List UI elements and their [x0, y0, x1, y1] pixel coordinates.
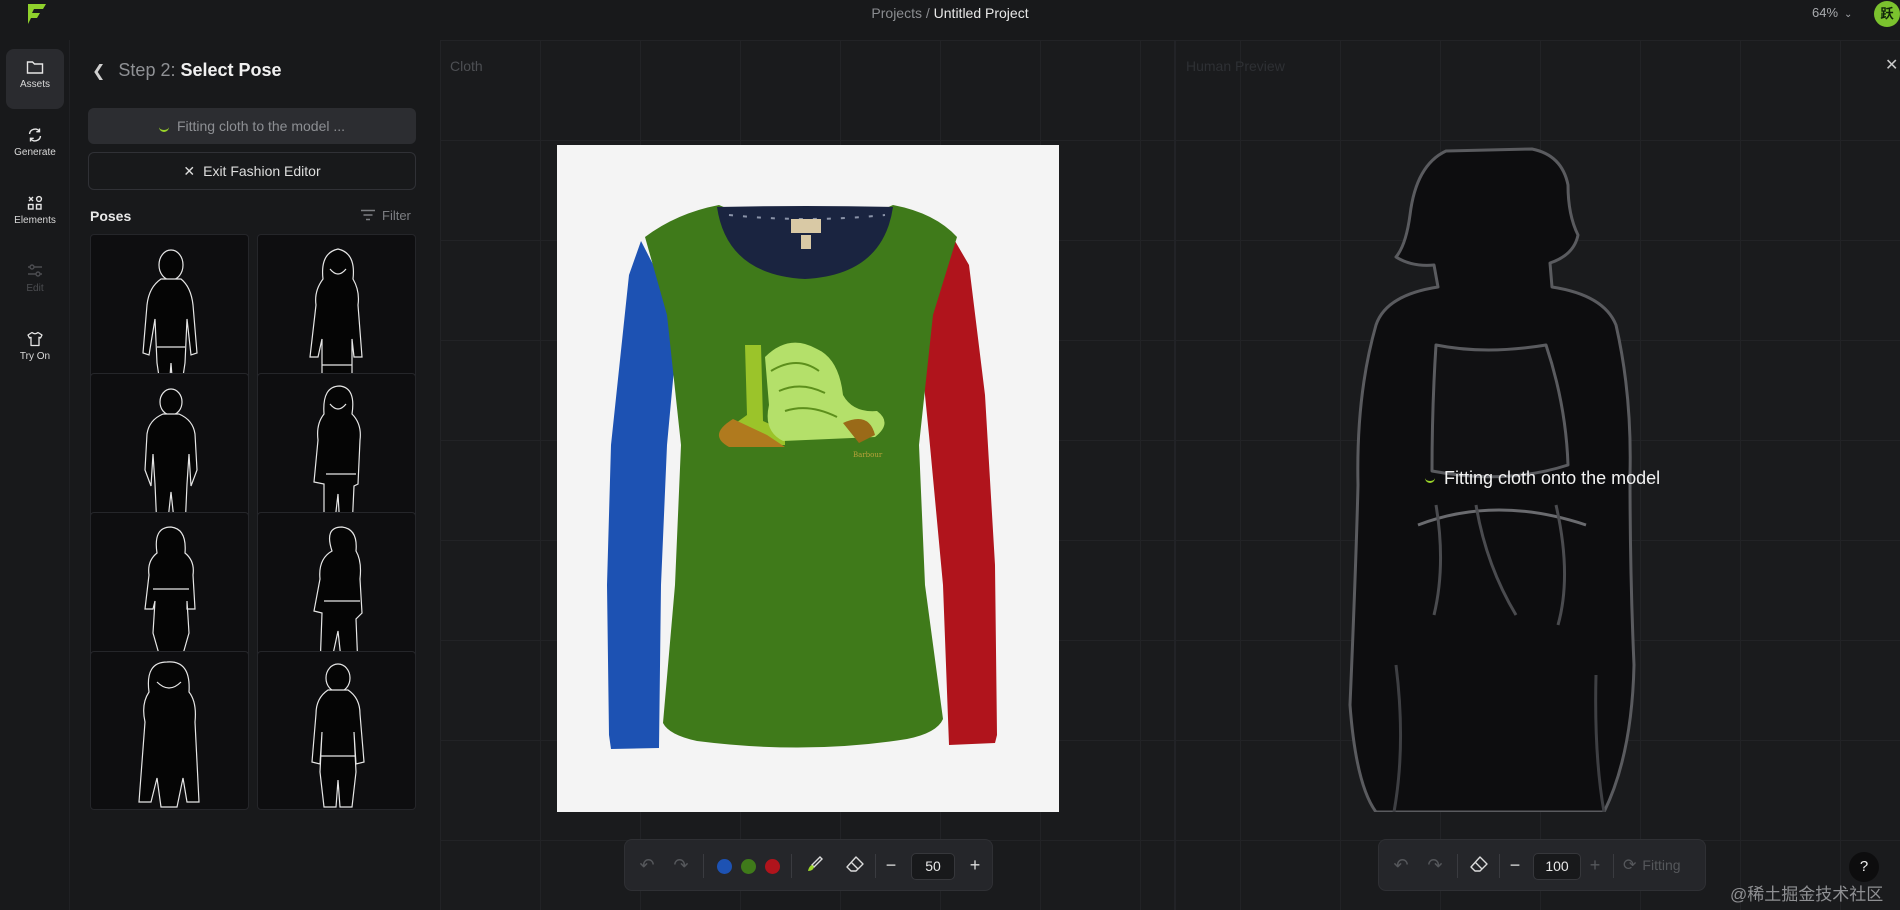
sliders-icon	[28, 264, 42, 277]
folder-icon	[26, 61, 44, 74]
toolbar-divider	[703, 854, 704, 878]
elements-icon	[27, 195, 43, 210]
breadcrumb-separator: /	[925, 5, 930, 21]
nav-assets[interactable]: Assets	[6, 49, 64, 109]
svg-text:Barbour: Barbour	[853, 451, 883, 459]
breadcrumb: Projects / Untitled Project	[0, 5, 1900, 21]
fitting-message-text: Fitting cloth onto the model	[1444, 468, 1661, 488]
help-button[interactable]: ?	[1849, 852, 1879, 882]
pose-thumbnail-4[interactable]	[257, 373, 416, 532]
nav-label: Assets	[19, 79, 50, 90]
minus-icon[interactable]: −	[879, 854, 903, 876]
cloth-toolbar: ↶ ↷ − 50 +	[624, 839, 993, 891]
color-swatch-red[interactable]	[765, 859, 780, 874]
step-prefix: Step 2:	[118, 60, 176, 80]
fitting-status-button[interactable]: Fitting cloth to the model ...	[88, 108, 416, 144]
long-sleeve-shirt-image: Barbour	[607, 205, 997, 749]
nav-try-on[interactable]: Try On	[6, 321, 64, 381]
step-title: Select Pose	[180, 60, 282, 80]
fitting-button-label: Fitting	[1642, 857, 1681, 873]
exit-fashion-editor-button[interactable]: ✕ Exit Fashion Editor	[88, 152, 416, 190]
refresh-icon: ⟳	[1623, 857, 1637, 874]
color-swatch-green[interactable]	[741, 859, 756, 874]
pose-thumbnail-6[interactable]	[257, 512, 416, 671]
close-icon: ✕	[183, 163, 196, 179]
nav-label: Elements	[14, 215, 56, 226]
pose-thumbnail-7[interactable]	[90, 651, 249, 810]
filter-label: Filter	[382, 208, 411, 223]
brush-size-input[interactable]: 50	[911, 853, 955, 880]
nav-generate[interactable]: Generate	[6, 117, 64, 177]
chevron-down-icon: ⌄	[1844, 9, 1853, 20]
zoom-dropdown[interactable]: 64% ⌄	[1812, 5, 1852, 20]
fitting-button[interactable]: ⟳ Fitting	[1623, 854, 1681, 877]
nav-edit: Edit	[6, 253, 64, 313]
pose-panel: ❮ Step 2: Select Pose Fitting cloth to t…	[72, 40, 432, 910]
preview-toolbar: ↶ ↷ − 100 + ⟳ Fitting	[1378, 839, 1706, 891]
project-name[interactable]: Untitled Project	[934, 5, 1029, 21]
toolbar-divider	[791, 854, 792, 878]
undo-icon[interactable]: ↶	[635, 854, 659, 876]
nav-label: Edit	[26, 283, 44, 294]
back-arrow-icon[interactable]: ❮	[92, 63, 105, 80]
watermark: @稀土掘金技术社区	[1730, 885, 1884, 904]
plus-icon[interactable]: +	[1583, 854, 1607, 876]
brush-icon[interactable]	[803, 854, 827, 879]
avatar[interactable]: 跃	[1874, 1, 1900, 27]
toolbar-divider	[1457, 854, 1458, 878]
redo-icon[interactable]: ↷	[1423, 854, 1447, 876]
zoom-level: 64%	[1812, 5, 1839, 20]
nav-label: Generate	[14, 147, 56, 158]
minus-icon[interactable]: −	[1503, 854, 1527, 876]
close-icon[interactable]: ✕	[1885, 55, 1898, 75]
human-preview-label: Human Preview	[1186, 58, 1285, 74]
eraser-icon[interactable]	[843, 854, 867, 879]
color-swatch-blue[interactable]	[717, 859, 732, 874]
exit-button-label: Exit Fashion Editor	[203, 163, 321, 179]
filter-icon	[361, 209, 375, 221]
left-nav: Assets Generate Elements Edit Try On	[0, 40, 70, 910]
plus-icon[interactable]: +	[963, 854, 987, 876]
cloth-label: Cloth	[450, 58, 483, 74]
undo-icon[interactable]: ↶	[1389, 854, 1413, 876]
eraser-icon[interactable]	[1467, 854, 1491, 879]
brush-size-input[interactable]: 100	[1533, 853, 1581, 880]
pose-thumbnail-2[interactable]	[257, 234, 416, 393]
fitting-status-label: Fitting cloth to the model ...	[176, 118, 346, 134]
pose-thumbnail-8[interactable]	[257, 651, 416, 810]
tshirt-icon	[27, 331, 43, 347]
canvas-divider	[1174, 40, 1176, 910]
pose-thumbnail-1[interactable]	[90, 234, 249, 393]
pose-thumbnail-3[interactable]	[90, 373, 249, 532]
refresh-icon	[28, 128, 42, 142]
redo-icon[interactable]: ↷	[669, 854, 693, 876]
breadcrumb-projects[interactable]: Projects	[871, 5, 922, 21]
poses-heading: Poses	[90, 208, 132, 224]
pose-thumbnail-5[interactable]	[90, 512, 249, 671]
step-header: ❮ Step 2: Select Pose	[92, 60, 282, 81]
fitting-status-message: Fitting cloth onto the model	[1425, 468, 1660, 489]
toolbar-divider	[1499, 854, 1500, 878]
nav-elements[interactable]: Elements	[6, 185, 64, 245]
toolbar-divider	[875, 854, 876, 878]
top-bar: Projects / Untitled Project 64% ⌄ 跃	[0, 0, 1900, 28]
spinner-icon	[1425, 473, 1435, 483]
filter-button[interactable]: Filter	[360, 208, 411, 223]
toolbar-divider	[1613, 854, 1614, 878]
nav-label: Try On	[19, 351, 51, 362]
spinner-icon	[158, 122, 169, 132]
cloth-image[interactable]: Barbour	[557, 145, 1059, 812]
